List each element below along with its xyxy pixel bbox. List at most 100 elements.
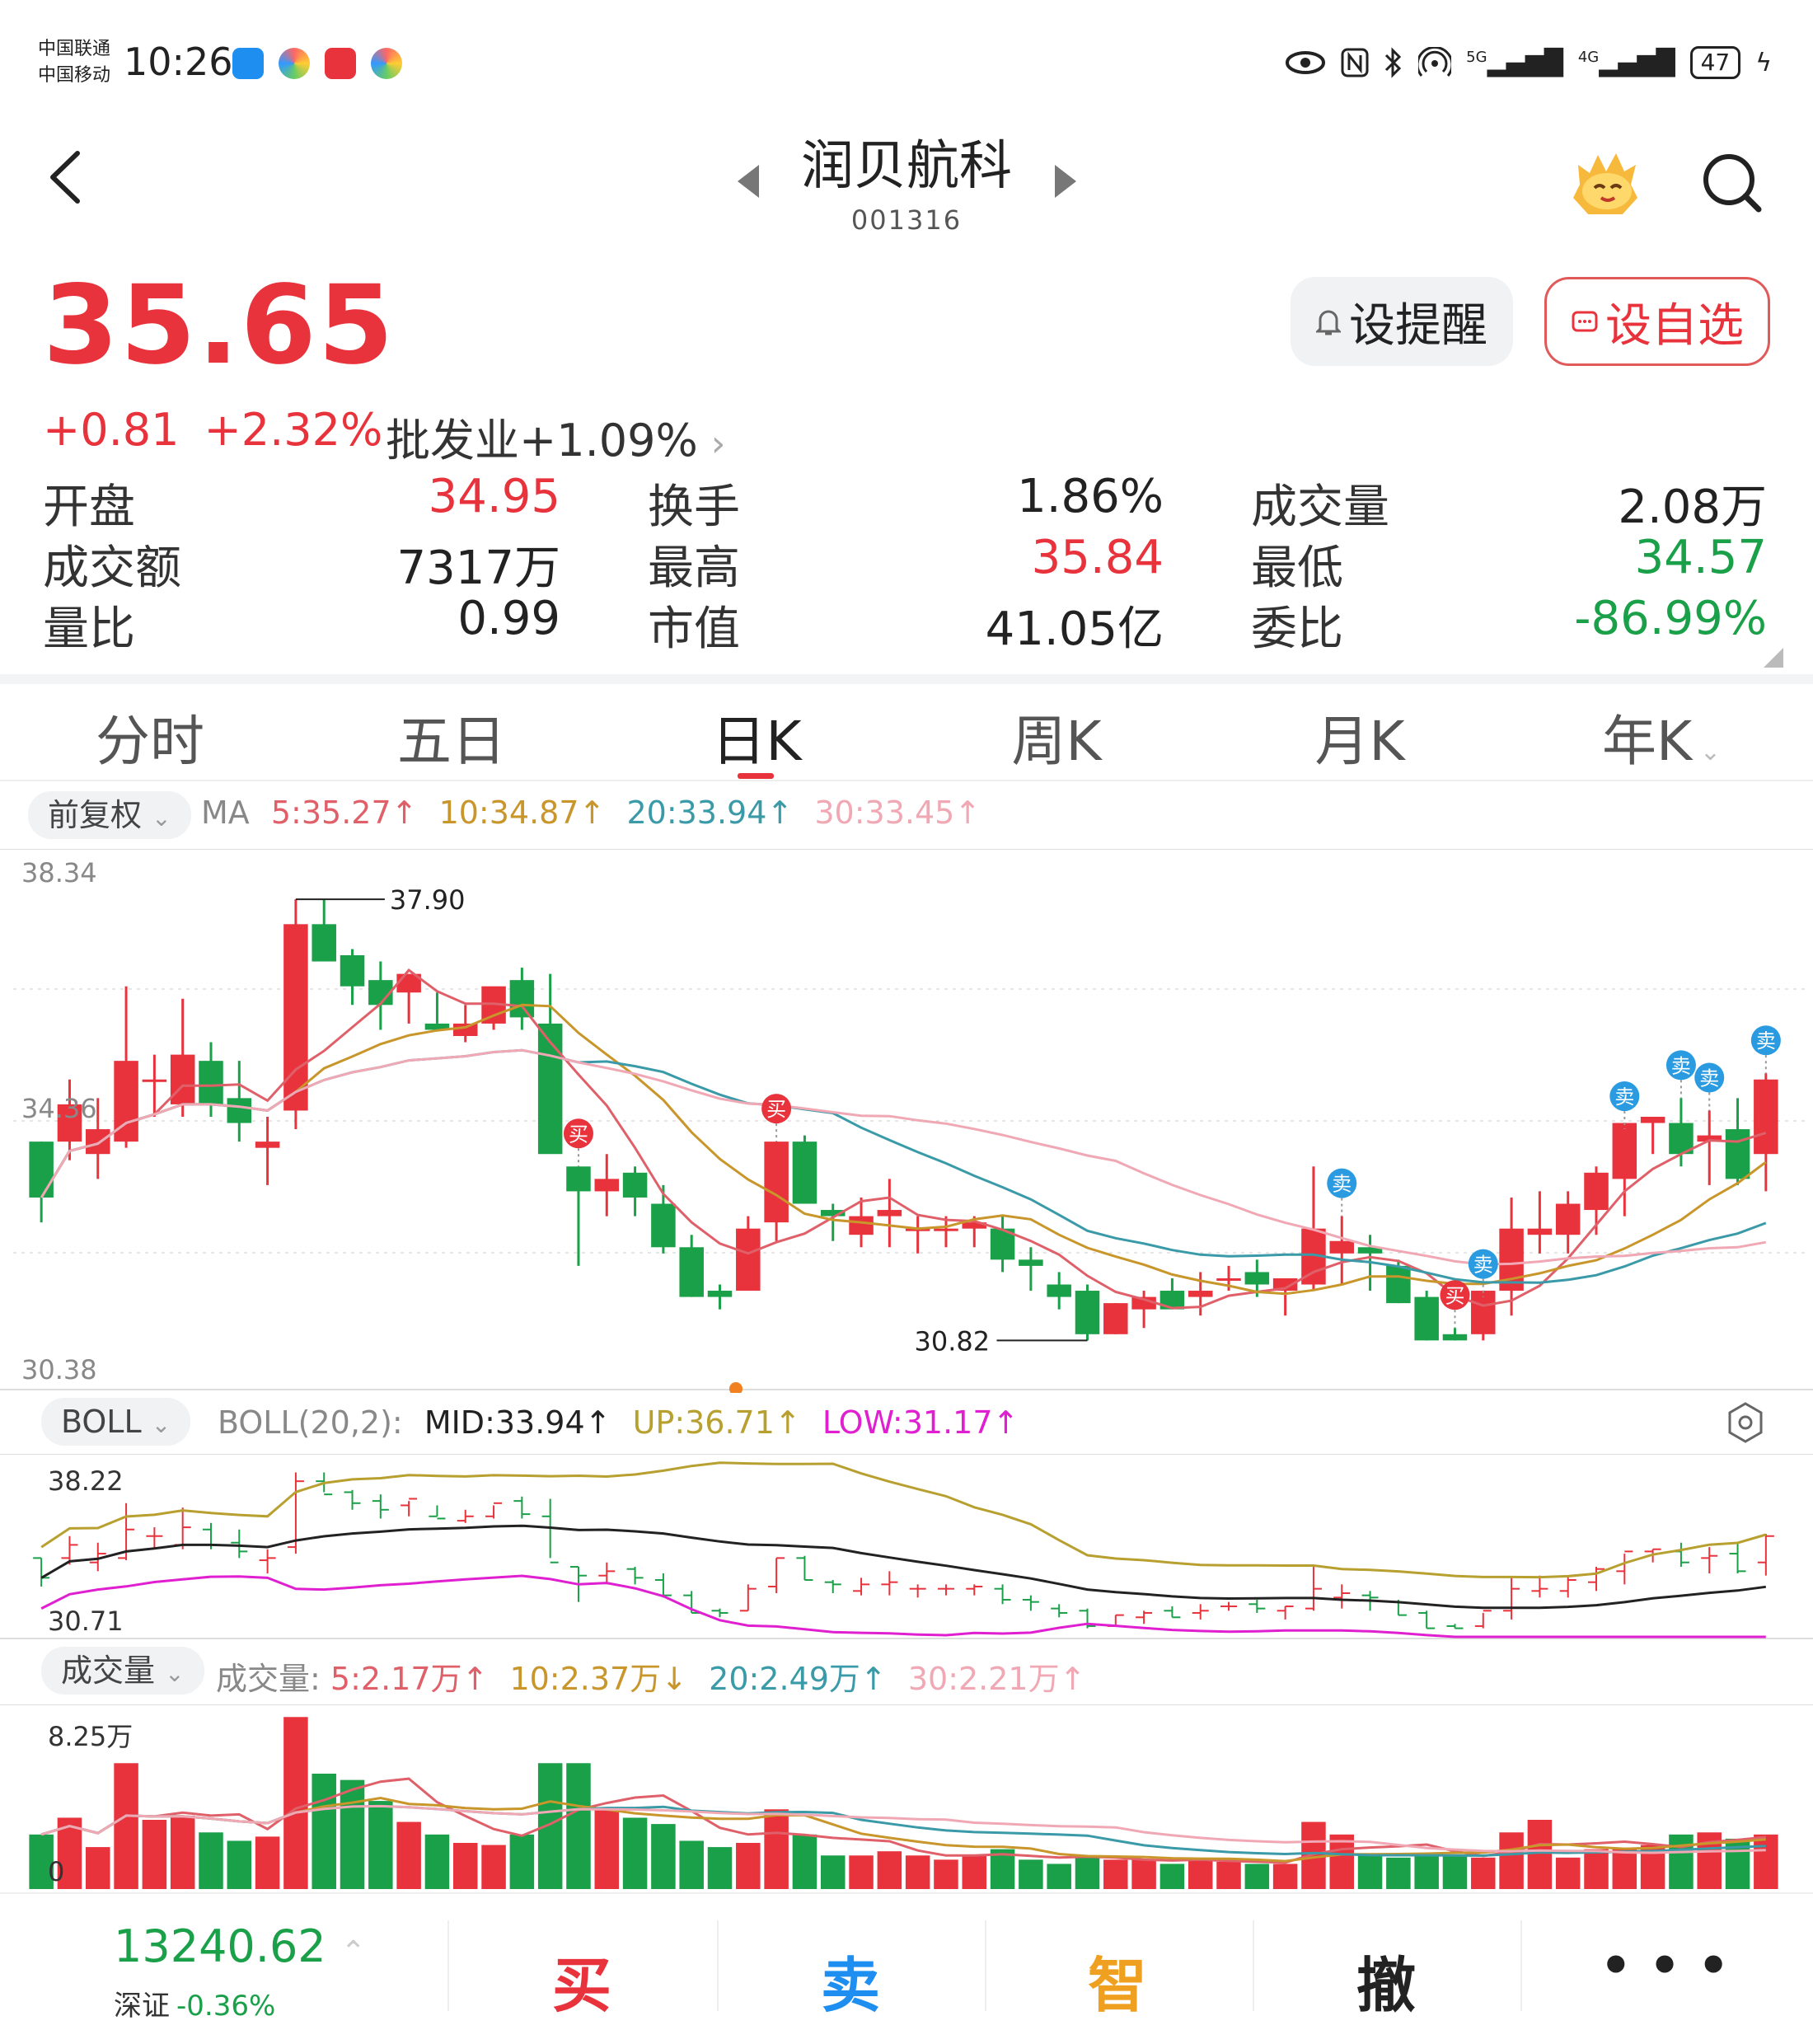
candle-body xyxy=(849,1216,874,1235)
sell-signal-label: 卖 xyxy=(1332,1173,1352,1196)
stat-value: 34.95 xyxy=(428,470,560,523)
volume-bar xyxy=(1386,1857,1411,1889)
volume-bar xyxy=(679,1840,704,1889)
volume-bar xyxy=(1499,1832,1524,1889)
mascot-icon[interactable] xyxy=(1570,148,1644,214)
search-icon[interactable] xyxy=(1699,150,1765,216)
add-watchlist-label: 设自选 xyxy=(1605,298,1744,353)
stat-label: 成交额 xyxy=(43,541,181,595)
volume-bar xyxy=(170,1815,195,1889)
buy-signal-label: 买 xyxy=(569,1123,588,1146)
candle-body xyxy=(199,1061,223,1104)
bell-icon xyxy=(1316,310,1341,335)
y-axis-low: 30.38 xyxy=(21,1354,97,1385)
candle-body xyxy=(86,1129,110,1155)
volume-bar xyxy=(1131,1859,1156,1889)
chevron-down-icon: ⌄ xyxy=(165,1660,185,1687)
tab-yearly[interactable]: 年K ⌄ xyxy=(1554,697,1768,776)
volume-bar xyxy=(1414,1855,1439,1889)
divider xyxy=(0,780,1813,781)
set-alert-button[interactable]: 设提醒 xyxy=(1291,277,1513,366)
sector-label: 批发业+1.09% xyxy=(386,415,698,466)
settings-icon[interactable] xyxy=(1726,1401,1765,1444)
boll-dropdown[interactable]: BOLL ⌄ xyxy=(41,1398,191,1446)
volume-bar xyxy=(452,1843,478,1889)
candle-body xyxy=(255,1142,280,1148)
next-stock-icon[interactable] xyxy=(1055,165,1076,198)
volume-bar xyxy=(86,1847,110,1889)
volume-dropdown[interactable]: 成交量 ⌄ xyxy=(41,1647,204,1695)
volume-bar xyxy=(1612,1849,1637,1889)
set-alert-label: 设提醒 xyxy=(1349,298,1487,353)
stat-label: 市值 xyxy=(648,602,740,656)
candle-body xyxy=(1584,1172,1609,1211)
volume-bar xyxy=(481,1845,506,1889)
volume-bar xyxy=(1584,1849,1609,1889)
active-tab-indicator xyxy=(738,773,774,779)
candle-body xyxy=(1019,1259,1043,1266)
volume-chart[interactable] xyxy=(0,1704,1813,1891)
volume-bar xyxy=(1329,1834,1355,1889)
volume-bar xyxy=(594,1809,620,1889)
chevron-down-icon: ⌄ xyxy=(152,804,171,832)
candle-body xyxy=(1386,1265,1411,1304)
volume-bar xyxy=(962,1855,987,1889)
candle-body xyxy=(509,980,535,1018)
stat-value: -86.99% xyxy=(1574,592,1767,645)
volume-bar xyxy=(820,1855,846,1889)
stat-label: 量比 xyxy=(43,602,135,656)
volume-bar xyxy=(1244,1864,1270,1889)
stock-code: 001316 xyxy=(850,204,963,236)
candle-body xyxy=(792,1142,817,1204)
sector-link[interactable]: 批发业+1.09% › xyxy=(386,404,725,469)
candle-body xyxy=(340,955,365,987)
volume-name: 成交量 xyxy=(61,1653,156,1689)
volume-bar xyxy=(199,1832,223,1889)
candle-body xyxy=(679,1247,704,1297)
candle-body xyxy=(1047,1284,1071,1297)
volume-bar xyxy=(283,1717,308,1889)
index-name: 深证 -0.36% xyxy=(114,1990,276,2023)
volume-bar xyxy=(651,1824,676,1889)
volume-y-low: 0 xyxy=(48,1856,65,1887)
tab-weekly[interactable]: 周K xyxy=(949,697,1164,776)
expand-corner-icon[interactable] xyxy=(1764,648,1783,668)
volume-bar xyxy=(1103,1859,1128,1889)
candle-body xyxy=(170,1054,195,1104)
sell-button[interactable]: 卖 xyxy=(719,1937,982,2023)
adjust-dropdown[interactable]: 前复权 ⌄ xyxy=(28,791,191,839)
boll-legend: BOLL(20,2): MID:33.94↑ UP:36.71↑ LOW:31.… xyxy=(218,1404,1030,1441)
cancel-order-button[interactable]: 撤 xyxy=(1254,1937,1518,2023)
candle-body xyxy=(1329,1240,1355,1254)
volume-bar xyxy=(312,1774,336,1889)
candle-body xyxy=(142,1079,167,1082)
add-watchlist-button[interactable]: 设自选 xyxy=(1544,277,1770,366)
volume-bar xyxy=(1019,1859,1043,1889)
buy-button[interactable]: 买 xyxy=(450,1937,714,2023)
candle-body xyxy=(452,1023,478,1036)
tab-daily[interactable]: 日K xyxy=(649,697,864,776)
volume-bar xyxy=(792,1834,817,1889)
stat-value: 7317万 xyxy=(396,541,560,595)
hotspot-icon xyxy=(1418,47,1452,77)
eye-icon xyxy=(1286,51,1326,74)
buy-signal-label: 买 xyxy=(1445,1284,1464,1307)
candle-body xyxy=(1640,1116,1665,1123)
volume-bar xyxy=(764,1809,789,1889)
volume-bar xyxy=(1047,1864,1071,1889)
stat-value: 41.05亿 xyxy=(985,602,1164,656)
candlestick-chart[interactable]: 37.9030.82买买买卖卖卖卖卖卖 xyxy=(0,849,1813,1393)
candle-body xyxy=(934,1228,958,1231)
tab-intraday[interactable]: 分时 xyxy=(43,697,257,776)
smart-button[interactable]: 智 xyxy=(986,1937,1249,2023)
boll-chart[interactable] xyxy=(0,1454,1813,1640)
boll-mid-line xyxy=(40,1524,1766,1610)
candle-body xyxy=(1216,1278,1241,1281)
more-icon[interactable]: • • • xyxy=(1533,1937,1797,1995)
tab-monthly[interactable]: 月K xyxy=(1253,697,1467,776)
app-icon xyxy=(371,48,402,79)
candle-body xyxy=(1754,1079,1778,1155)
candle-body xyxy=(877,1210,902,1217)
tab-fiveday[interactable]: 五日 xyxy=(344,697,559,776)
change-value: +0.81 xyxy=(43,404,180,456)
